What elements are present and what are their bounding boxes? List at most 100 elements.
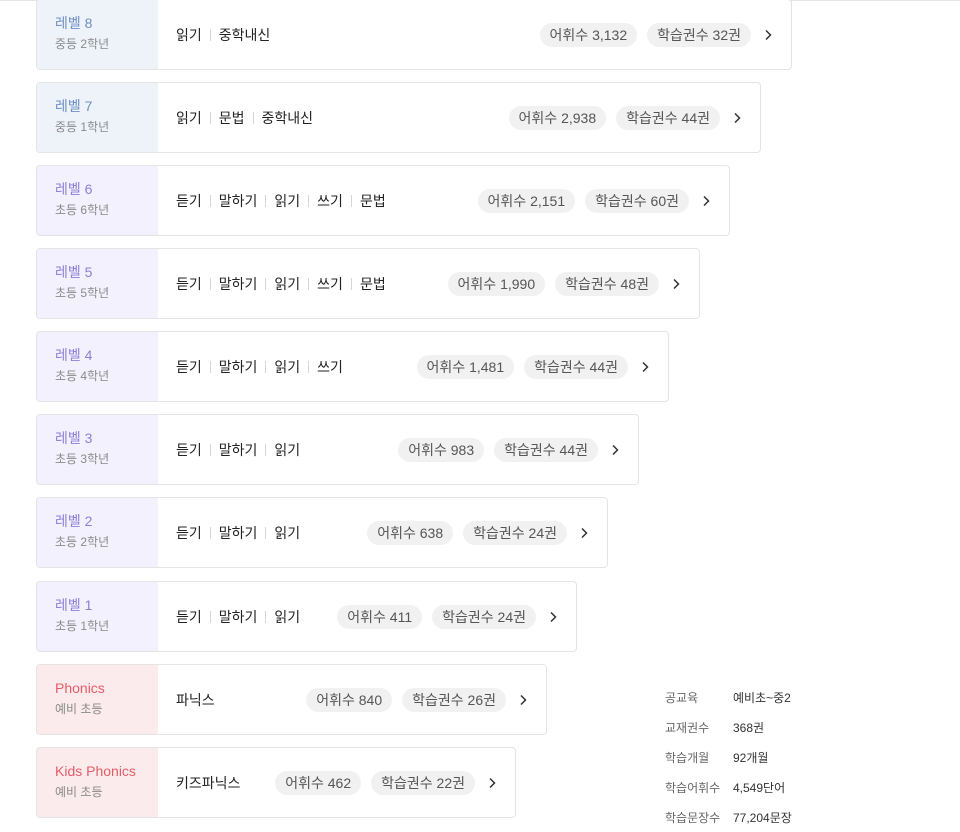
skill-tag: 읽기	[274, 608, 301, 625]
level-card[interactable]: 레벨 6 초등 6학년 듣기 말하기 읽기 쓰기 문법 어휘수 2,151 학습권수 60권	[36, 165, 730, 236]
skill-list: 듣기 말하기 읽기	[176, 607, 300, 627]
level-grade: 초등 4학년	[55, 369, 110, 383]
stat-value: 4,549단어	[733, 780, 786, 795]
level-title: Kids Phonics	[55, 763, 136, 779]
level-title: 레벨 7	[55, 98, 93, 114]
skill-divider	[265, 277, 267, 290]
chevron-right-icon[interactable]	[542, 611, 564, 623]
stat-value: 368권	[733, 720, 765, 735]
skill-divider	[209, 28, 211, 41]
level-card[interactable]: 레벨 8 중등 2학년 읽기 중학내신 어휘수 3,132 학습권수 32권	[36, 0, 792, 70]
book-count-pill: 학습권수 26권	[402, 687, 506, 712]
level-grade: 초등 5학년	[55, 286, 110, 300]
skill-tag: 읽기	[274, 275, 301, 292]
level-details: 듣기 말하기 읽기 쓰기 문법 어휘수 2,151 학습권수 60권	[158, 166, 729, 235]
chevron-right-icon[interactable]	[665, 278, 687, 290]
level-details: 읽기 중학내신 어휘수 3,132 학습권수 32권	[158, 0, 791, 69]
vocab-count-pill: 어휘수 983	[398, 437, 485, 462]
skill-tag: 말하기	[218, 524, 258, 541]
skill-tag: 쓰기	[317, 192, 343, 209]
level-title: 레벨 1	[55, 597, 93, 613]
level-badge: 레벨 8 중등 2학년	[37, 0, 158, 69]
book-count-pill: 학습권수 24권	[432, 604, 536, 629]
level-card[interactable]: 레벨 5 초등 5학년 듣기 말하기 읽기 쓰기 문법 어휘수 1,990 학습권수 48권	[36, 248, 700, 319]
stat-value: 92개월	[733, 750, 769, 765]
skill-tag: 읽기	[176, 109, 202, 126]
skill-divider	[209, 360, 211, 373]
skill-divider	[209, 610, 211, 623]
vocab-count-pill: 어휘수 840	[306, 687, 393, 712]
chevron-right-icon[interactable]	[481, 777, 503, 789]
level-title: 레벨 4	[55, 347, 93, 363]
level-grade: 예비 초등	[55, 702, 103, 716]
level-badge: 레벨 6 초등 6학년	[37, 166, 158, 235]
skill-divider	[265, 526, 267, 539]
level-details: 듣기 말하기 읽기 쓰기 문법 어휘수 1,990 학습권수 48권	[158, 249, 699, 318]
book-count-pill: 학습권수 22권	[371, 770, 475, 795]
skill-list: 읽기 문법 중학내신	[176, 108, 313, 128]
skill-tag: 문법	[359, 192, 386, 209]
vocab-count-pill: 어휘수 1,481	[416, 354, 515, 379]
vocab-count-pill: 어휘수 411	[337, 604, 423, 629]
level-card[interactable]: 레벨 1 초등 1학년 듣기 말하기 읽기 어휘수 411 학습권수 24권	[36, 581, 577, 652]
skill-divider	[350, 194, 352, 207]
chevron-right-icon[interactable]	[573, 527, 595, 539]
skill-tag: 읽기	[274, 441, 301, 458]
chevron-right-icon[interactable]	[726, 112, 748, 124]
book-count-pill: 학습권수 48권	[555, 271, 659, 296]
level-grade: 중등 1학년	[55, 120, 110, 134]
stat-row: 공교육 예비초~중2	[665, 682, 792, 712]
level-title: 레벨 5	[55, 264, 93, 280]
level-badge: 레벨 4 초등 4학년	[37, 332, 158, 401]
level-badge: 레벨 5 초등 5학년	[37, 249, 158, 318]
level-card[interactable]: 레벨 3 초등 3학년 듣기 말하기 읽기 어휘수 983 학습권수 44권	[36, 414, 639, 485]
skill-tag: 쓰기	[317, 358, 343, 375]
chevron-right-icon[interactable]	[757, 29, 779, 41]
level-badge: 레벨 7 중등 1학년	[37, 83, 158, 152]
level-grade: 중등 2학년	[55, 37, 110, 51]
skill-tag: 읽기	[176, 26, 202, 43]
level-title: Phonics	[55, 680, 105, 696]
skill-divider	[252, 111, 254, 124]
skill-tag: 듣기	[176, 608, 202, 625]
skill-divider	[308, 277, 310, 290]
chevron-right-icon[interactable]	[634, 361, 656, 373]
stat-label: 학습개월	[665, 750, 710, 765]
level-details: 파닉스 어휘수 840 학습권수 26권	[158, 665, 546, 734]
skill-divider	[350, 277, 352, 290]
level-grade: 초등 3학년	[55, 452, 110, 466]
stat-value: 77,204문장	[733, 810, 792, 825]
level-card[interactable]: Kids Phonics 예비 초등 키즈파닉스 어휘수 462 학습권수 22권	[36, 747, 516, 818]
level-grade: 초등 1학년	[55, 619, 110, 633]
skill-tag: 읽기	[274, 192, 301, 209]
chevron-right-icon[interactable]	[512, 694, 534, 706]
stat-label: 학습문장수	[665, 810, 721, 825]
level-card[interactable]: 레벨 4 초등 4학년 듣기 말하기 읽기 쓰기 어휘수 1,481 학습권수 44권	[36, 331, 669, 402]
skill-tag: 듣기	[176, 275, 202, 292]
level-details: 듣기 말하기 읽기 어휘수 411 학습권수 24권	[158, 582, 576, 651]
book-count-pill: 학습권수 44권	[616, 105, 720, 130]
skill-divider	[265, 610, 267, 623]
chevron-right-icon[interactable]	[695, 195, 717, 207]
skill-list: 키즈파닉스	[176, 773, 240, 793]
level-card[interactable]: 레벨 2 초등 2학년 듣기 말하기 읽기 어휘수 638 학습권수 24권	[36, 497, 608, 568]
stat-row: 학습어휘수 4,549단어	[665, 772, 792, 802]
skill-divider	[308, 194, 310, 207]
skill-tag: 듣기	[176, 441, 202, 458]
skill-list: 듣기 말하기 읽기 쓰기 문법	[176, 274, 386, 294]
book-count-pill: 학습권수 32권	[647, 22, 751, 47]
skill-tag: 듣기	[176, 192, 202, 209]
stat-row: 교재권수 368권	[665, 712, 792, 742]
vocab-count-pill: 어휘수 2,151	[477, 188, 576, 213]
skill-list: 파닉스	[176, 690, 215, 710]
level-title: 레벨 3	[55, 430, 93, 446]
book-count-pill: 학습권수 44권	[494, 437, 598, 462]
level-badge: 레벨 2 초등 2학년	[37, 498, 158, 567]
chevron-right-icon[interactable]	[604, 444, 626, 456]
level-card[interactable]: Phonics 예비 초등 파닉스 어휘수 840 학습권수 26권	[36, 664, 547, 735]
level-title: 레벨 2	[55, 513, 93, 529]
vocab-count-pill: 어휘수 638	[367, 520, 454, 545]
level-card[interactable]: 레벨 7 중등 1학년 읽기 문법 중학내신 어휘수 2,938 학습권수 44권	[36, 82, 761, 153]
level-details: 듣기 말하기 읽기 어휘수 983 학습권수 44권	[158, 415, 638, 484]
vocab-count-pill: 어휘수 2,938	[508, 105, 607, 130]
